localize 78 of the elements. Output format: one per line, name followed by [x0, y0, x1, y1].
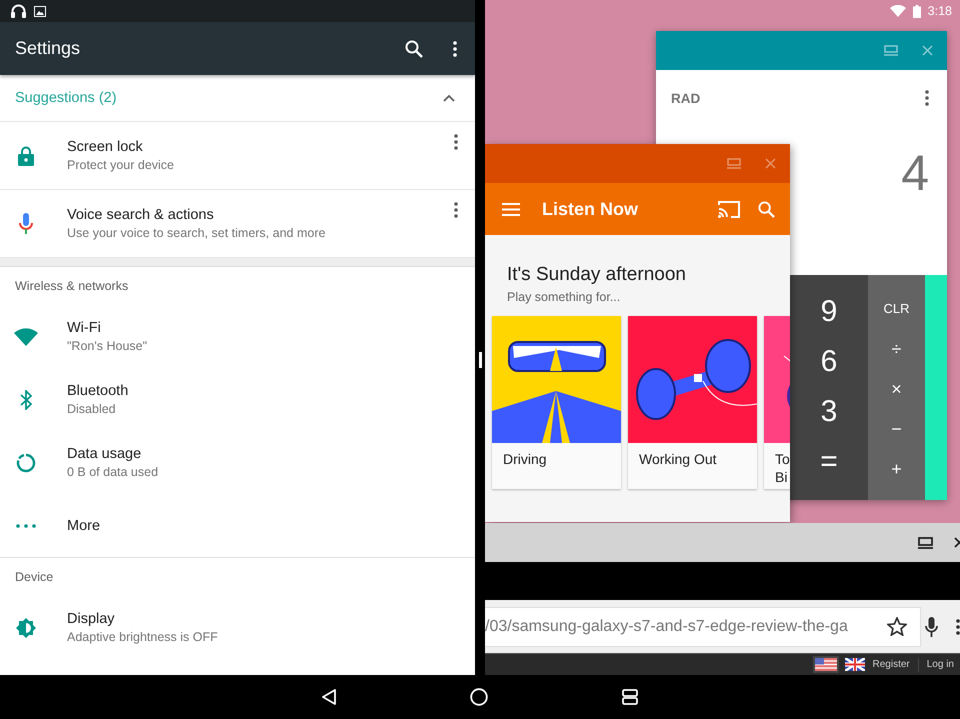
operator-key[interactable]: − [891, 409, 902, 449]
flag-icon[interactable] [844, 658, 864, 671]
suggestion-item[interactable]: Screen lock Protect your device [0, 122, 475, 190]
item-title: Screen lock [67, 139, 144, 155]
bluetooth-icon [20, 390, 32, 410]
chevron-icon[interactable] [443, 94, 455, 102]
settings-item[interactable]: Data usage 0 B of data used [0, 431, 475, 494]
star-icon[interactable] [887, 617, 907, 636]
recents-icon[interactable] [622, 689, 638, 705]
url-field[interactable]: /03/samsung-galaxy-s7-and-s7-edge-review-the-ga [485, 606, 921, 646]
header-link[interactable]: Register [872, 659, 910, 670]
section-subtitle: Play something for... [506, 290, 622, 304]
operator-key[interactable]: ÷ [892, 329, 902, 369]
overflow-menu-icon[interactable] [454, 134, 458, 150]
playlist-card[interactable]: To Bi [764, 316, 790, 489]
operator-key[interactable]: + [891, 449, 902, 489]
calculator-key[interactable]: 9 [790, 287, 868, 337]
overflow-menu-icon[interactable] [956, 618, 960, 634]
app-title: Listen Now [542, 198, 640, 220]
maximize-icon[interactable] [918, 536, 933, 548]
item-title: Data usage [67, 446, 142, 462]
wifi-icon [14, 328, 38, 346]
home-icon[interactable] [470, 688, 488, 706]
image-icon [34, 6, 46, 16]
section-heading: It's Sunday afternoon [506, 264, 687, 286]
item-summary: Use your voice to search, set timers, and more [67, 226, 326, 240]
calculator-key[interactable]: 3 [790, 387, 868, 437]
section-header: Device [14, 569, 54, 586]
overflow-menu-icon[interactable] [925, 90, 929, 106]
settings-item[interactable]: Display Adaptive brightness is OFF [0, 596, 475, 659]
wifi-icon [890, 5, 906, 17]
suggestions-header: Suggestions (2) [15, 90, 117, 106]
settings-item[interactable]: Wi-Fi "Ron's House" [0, 305, 475, 368]
item-summary: Disabled [67, 402, 117, 416]
microphone-icon [19, 212, 33, 234]
card-title: Working Out [639, 450, 718, 468]
cast-icon[interactable] [718, 200, 740, 218]
item-title: Display [67, 611, 116, 627]
search-icon[interactable] [405, 40, 423, 58]
back-icon[interactable] [322, 689, 336, 705]
ring-icon [16, 452, 36, 472]
menu-icon[interactable] [502, 202, 520, 216]
brightness-icon [16, 618, 36, 638]
settings-item[interactable]: Bluetooth Disabled [0, 368, 475, 431]
flag-icon[interactable] [814, 658, 836, 671]
card-title: Bi [775, 468, 788, 486]
operator-key[interactable]: CLR [883, 289, 910, 329]
header-link[interactable]: Log in [926, 659, 954, 670]
operator-key[interactable]: × [891, 369, 902, 409]
overflow-menu-icon[interactable] [453, 40, 457, 56]
calculator-key[interactable]: 6 [790, 337, 868, 387]
item-summary: 0 B of data used [67, 465, 160, 479]
item-summary: Adaptive brightness is OFF [67, 630, 219, 644]
angle-mode-label[interactable]: RAD [671, 90, 700, 106]
item-summary: "Ron's House" [67, 339, 148, 353]
settings-item[interactable]: More [0, 494, 475, 557]
item-title: Bluetooth [67, 383, 130, 399]
section-header: Wireless & networks [14, 278, 130, 295]
split-handle[interactable] [479, 352, 482, 368]
item-title: Wi-Fi [67, 320, 102, 336]
calculator-key[interactable]: = [790, 437, 868, 487]
microphone-icon[interactable] [925, 616, 938, 636]
headphones-icon [11, 4, 26, 18]
close-icon[interactable] [954, 537, 960, 548]
item-title: More [67, 518, 102, 534]
playlist-card[interactable]: Driving [492, 316, 621, 489]
overflow-menu-icon[interactable] [454, 202, 458, 218]
more-dots-icon [16, 524, 36, 528]
clock: 3:18 [928, 4, 952, 18]
lock-icon [18, 146, 34, 166]
playlist-card[interactable]: Working Out [628, 316, 757, 489]
item-summary: Protect your device [67, 158, 175, 172]
card-title: To [775, 450, 790, 468]
item-title: Voice search & actions [67, 207, 215, 223]
calculator-display: 4 [901, 144, 929, 202]
app-title: Settings [15, 38, 82, 59]
battery-icon [912, 4, 921, 18]
card-title: Driving [503, 450, 548, 468]
